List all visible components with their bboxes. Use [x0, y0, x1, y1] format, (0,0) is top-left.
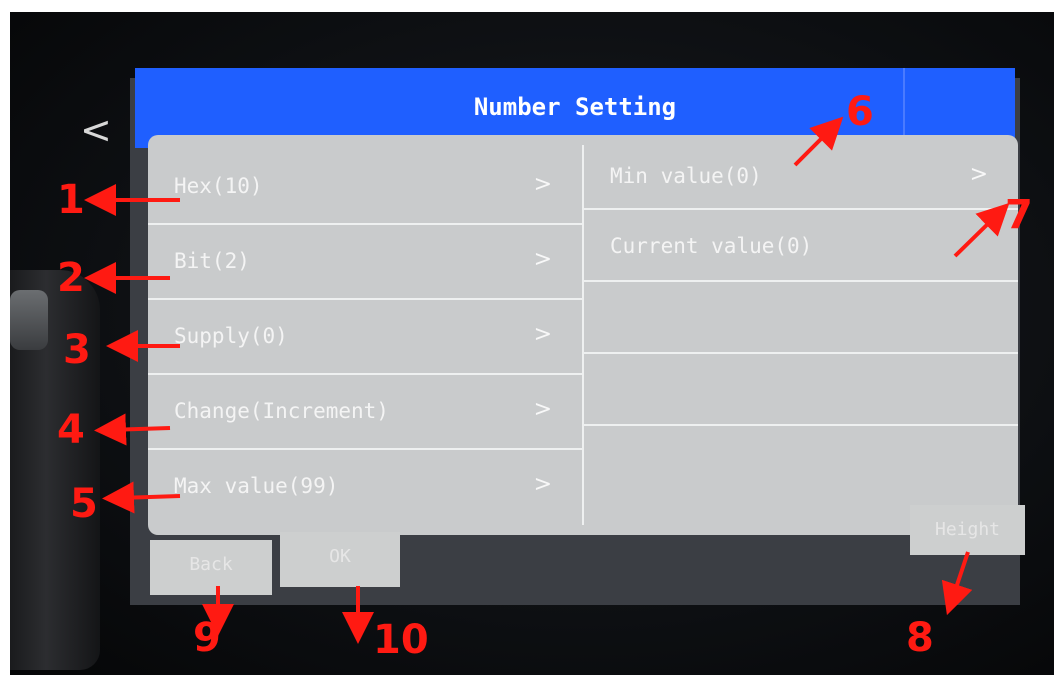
annotation-label-2: 2 — [57, 255, 85, 301]
annotation-label-4: 4 — [57, 407, 85, 453]
annotation-arrow-6 — [793, 116, 844, 167]
annotation-label-1: 1 — [57, 177, 85, 223]
annotation-arrow-8 — [941, 551, 973, 616]
annotation-arrows — [84, 116, 1010, 644]
annotation-arrow-4 — [94, 413, 171, 446]
annotation-label-10: 10 — [373, 617, 429, 663]
annotation-arrow-5 — [102, 481, 181, 514]
annotation-label-8: 8 — [906, 615, 934, 661]
annotation-label-7: 7 — [1005, 192, 1033, 238]
annotation-label-5: 5 — [70, 481, 98, 527]
annotation-label-9: 9 — [193, 615, 221, 661]
annotation-arrow-7 — [953, 202, 1010, 258]
annotation-label-6: 6 — [846, 89, 874, 135]
annotation-label-3: 3 — [63, 327, 91, 373]
